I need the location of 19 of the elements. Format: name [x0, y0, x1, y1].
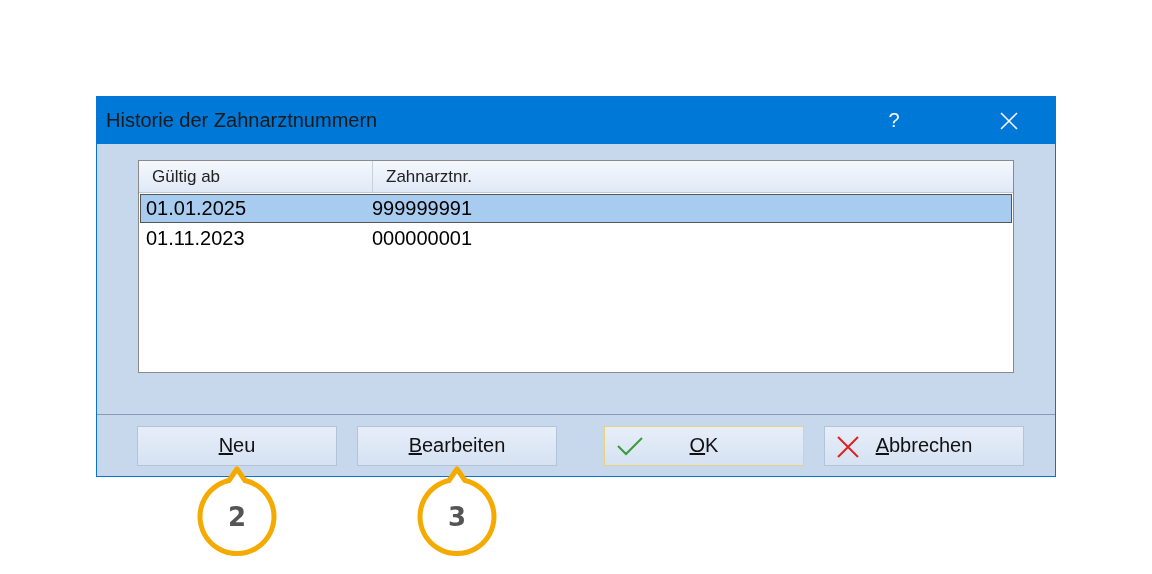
dialog-button[interactable]: Neu	[137, 425, 337, 466]
callout-badge: 2	[195, 463, 279, 558]
cross-icon	[837, 435, 859, 458]
cancel-button[interactable]: Abbrechen	[824, 425, 1024, 466]
table-row[interactable]: 01.11.2023 000000001	[140, 224, 1012, 253]
table-cell-text: 01.11.2023	[145, 227, 246, 250]
ok-button[interactable]: OK	[604, 425, 804, 466]
table-cell: 000000001	[372, 227, 473, 250]
help-button[interactable]: ?	[871, 97, 917, 144]
checkmark-icon	[617, 435, 643, 456]
table-cell-text: 01.01.2025	[145, 197, 248, 220]
column-header[interactable]: Zahnarztnr.	[373, 161, 472, 192]
table-cell: 999999991	[372, 197, 473, 220]
dialog-button[interactable]: Bearbeiten	[357, 425, 557, 466]
table-row[interactable]: 01.01.2025 999999991	[140, 194, 1012, 223]
column-header[interactable]: Gültig ab	[139, 161, 373, 192]
callout-badge: 3	[415, 463, 499, 558]
window-title: Historie der Zahnarztnummern	[105, 109, 379, 132]
close-icon	[1000, 111, 1018, 130]
